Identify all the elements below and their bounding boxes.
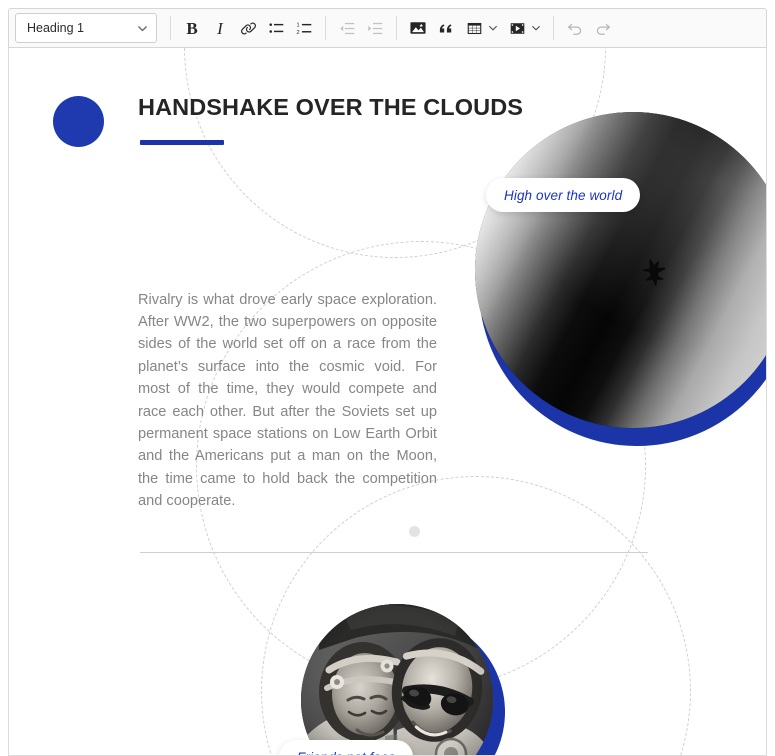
redo-icon <box>594 19 612 37</box>
svg-text:2: 2 <box>296 29 299 35</box>
caption-text: Friends not foes <box>297 750 395 756</box>
media-options-chevron[interactable] <box>528 14 544 42</box>
paragraph-style-select[interactable]: Heading 1 <box>15 13 157 43</box>
bold-button[interactable]: B <box>178 14 206 42</box>
astronauts-image: NASA STAY <box>301 604 493 755</box>
toolbar-separator <box>396 16 397 40</box>
undo-button[interactable] <box>561 14 589 42</box>
decorative-orbit-dot <box>409 526 420 537</box>
shuttle-photo-caption: High over the world <box>486 178 641 212</box>
sky-sheen <box>475 112 766 428</box>
blockquote-button[interactable] <box>432 14 460 42</box>
italic-icon: I <box>217 18 223 38</box>
paragraph-style-value: Heading 1 <box>27 20 84 35</box>
numbered-list-button[interactable]: 1 2 <box>290 14 318 42</box>
chevron-down-icon <box>531 23 541 33</box>
shuttle-photo[interactable] <box>475 112 766 428</box>
table-icon <box>466 20 483 37</box>
link-button[interactable] <box>234 14 262 42</box>
astronauts-figure: NASA STAY <box>279 604 521 755</box>
caption-text: High over the world <box>504 187 623 203</box>
bulleted-list-button[interactable] <box>262 14 290 42</box>
rich-text-editor: Heading 1 B I 1 2 HANDSHAKE OVER THE CLO… <box>0 0 775 756</box>
svg-text:1: 1 <box>296 22 299 28</box>
insert-image-button[interactable] <box>404 14 432 42</box>
title-accent-rule <box>140 140 224 145</box>
page-title: HANDSHAKE OVER THE CLOUDS <box>138 94 524 120</box>
numbered-list-icon: 1 2 <box>296 20 313 37</box>
bold-icon: B <box>186 18 198 38</box>
decorative-blue-circle <box>53 96 104 147</box>
undo-icon <box>566 19 584 37</box>
outdent-icon <box>339 20 356 37</box>
toolbar-separator <box>170 16 171 40</box>
toolbar-separator <box>325 16 326 40</box>
redo-button[interactable] <box>589 14 617 42</box>
table-options-chevron[interactable] <box>485 14 501 42</box>
media-icon <box>509 20 526 37</box>
astronauts-photo[interactable]: NASA STAY <box>301 604 493 755</box>
horizontal-rule <box>140 552 648 553</box>
outdent-button[interactable] <box>333 14 361 42</box>
toolbar-separator <box>553 16 554 40</box>
chevron-down-icon <box>488 23 498 33</box>
indent-button[interactable] <box>361 14 389 42</box>
quote-icon <box>437 19 455 37</box>
italic-button[interactable]: I <box>206 14 234 42</box>
body-paragraph[interactable]: Rivalry is what drove early space explor… <box>138 289 437 513</box>
image-icon <box>409 19 427 37</box>
indent-icon <box>367 20 384 37</box>
insert-media-button[interactable] <box>503 14 531 42</box>
bulleted-list-icon <box>268 20 285 37</box>
astronauts-photo-caption: Friends not foes <box>279 740 414 756</box>
insert-table-button[interactable] <box>460 14 488 42</box>
document-canvas[interactable]: HANDSHAKE OVER THE CLOUDS Rivalry is wha… <box>8 48 767 756</box>
editor-toolbar: Heading 1 B I 1 2 <box>8 8 767 48</box>
link-icon <box>240 20 257 37</box>
shuttle-figure: High over the world <box>475 112 766 502</box>
chevron-down-icon <box>137 23 148 34</box>
